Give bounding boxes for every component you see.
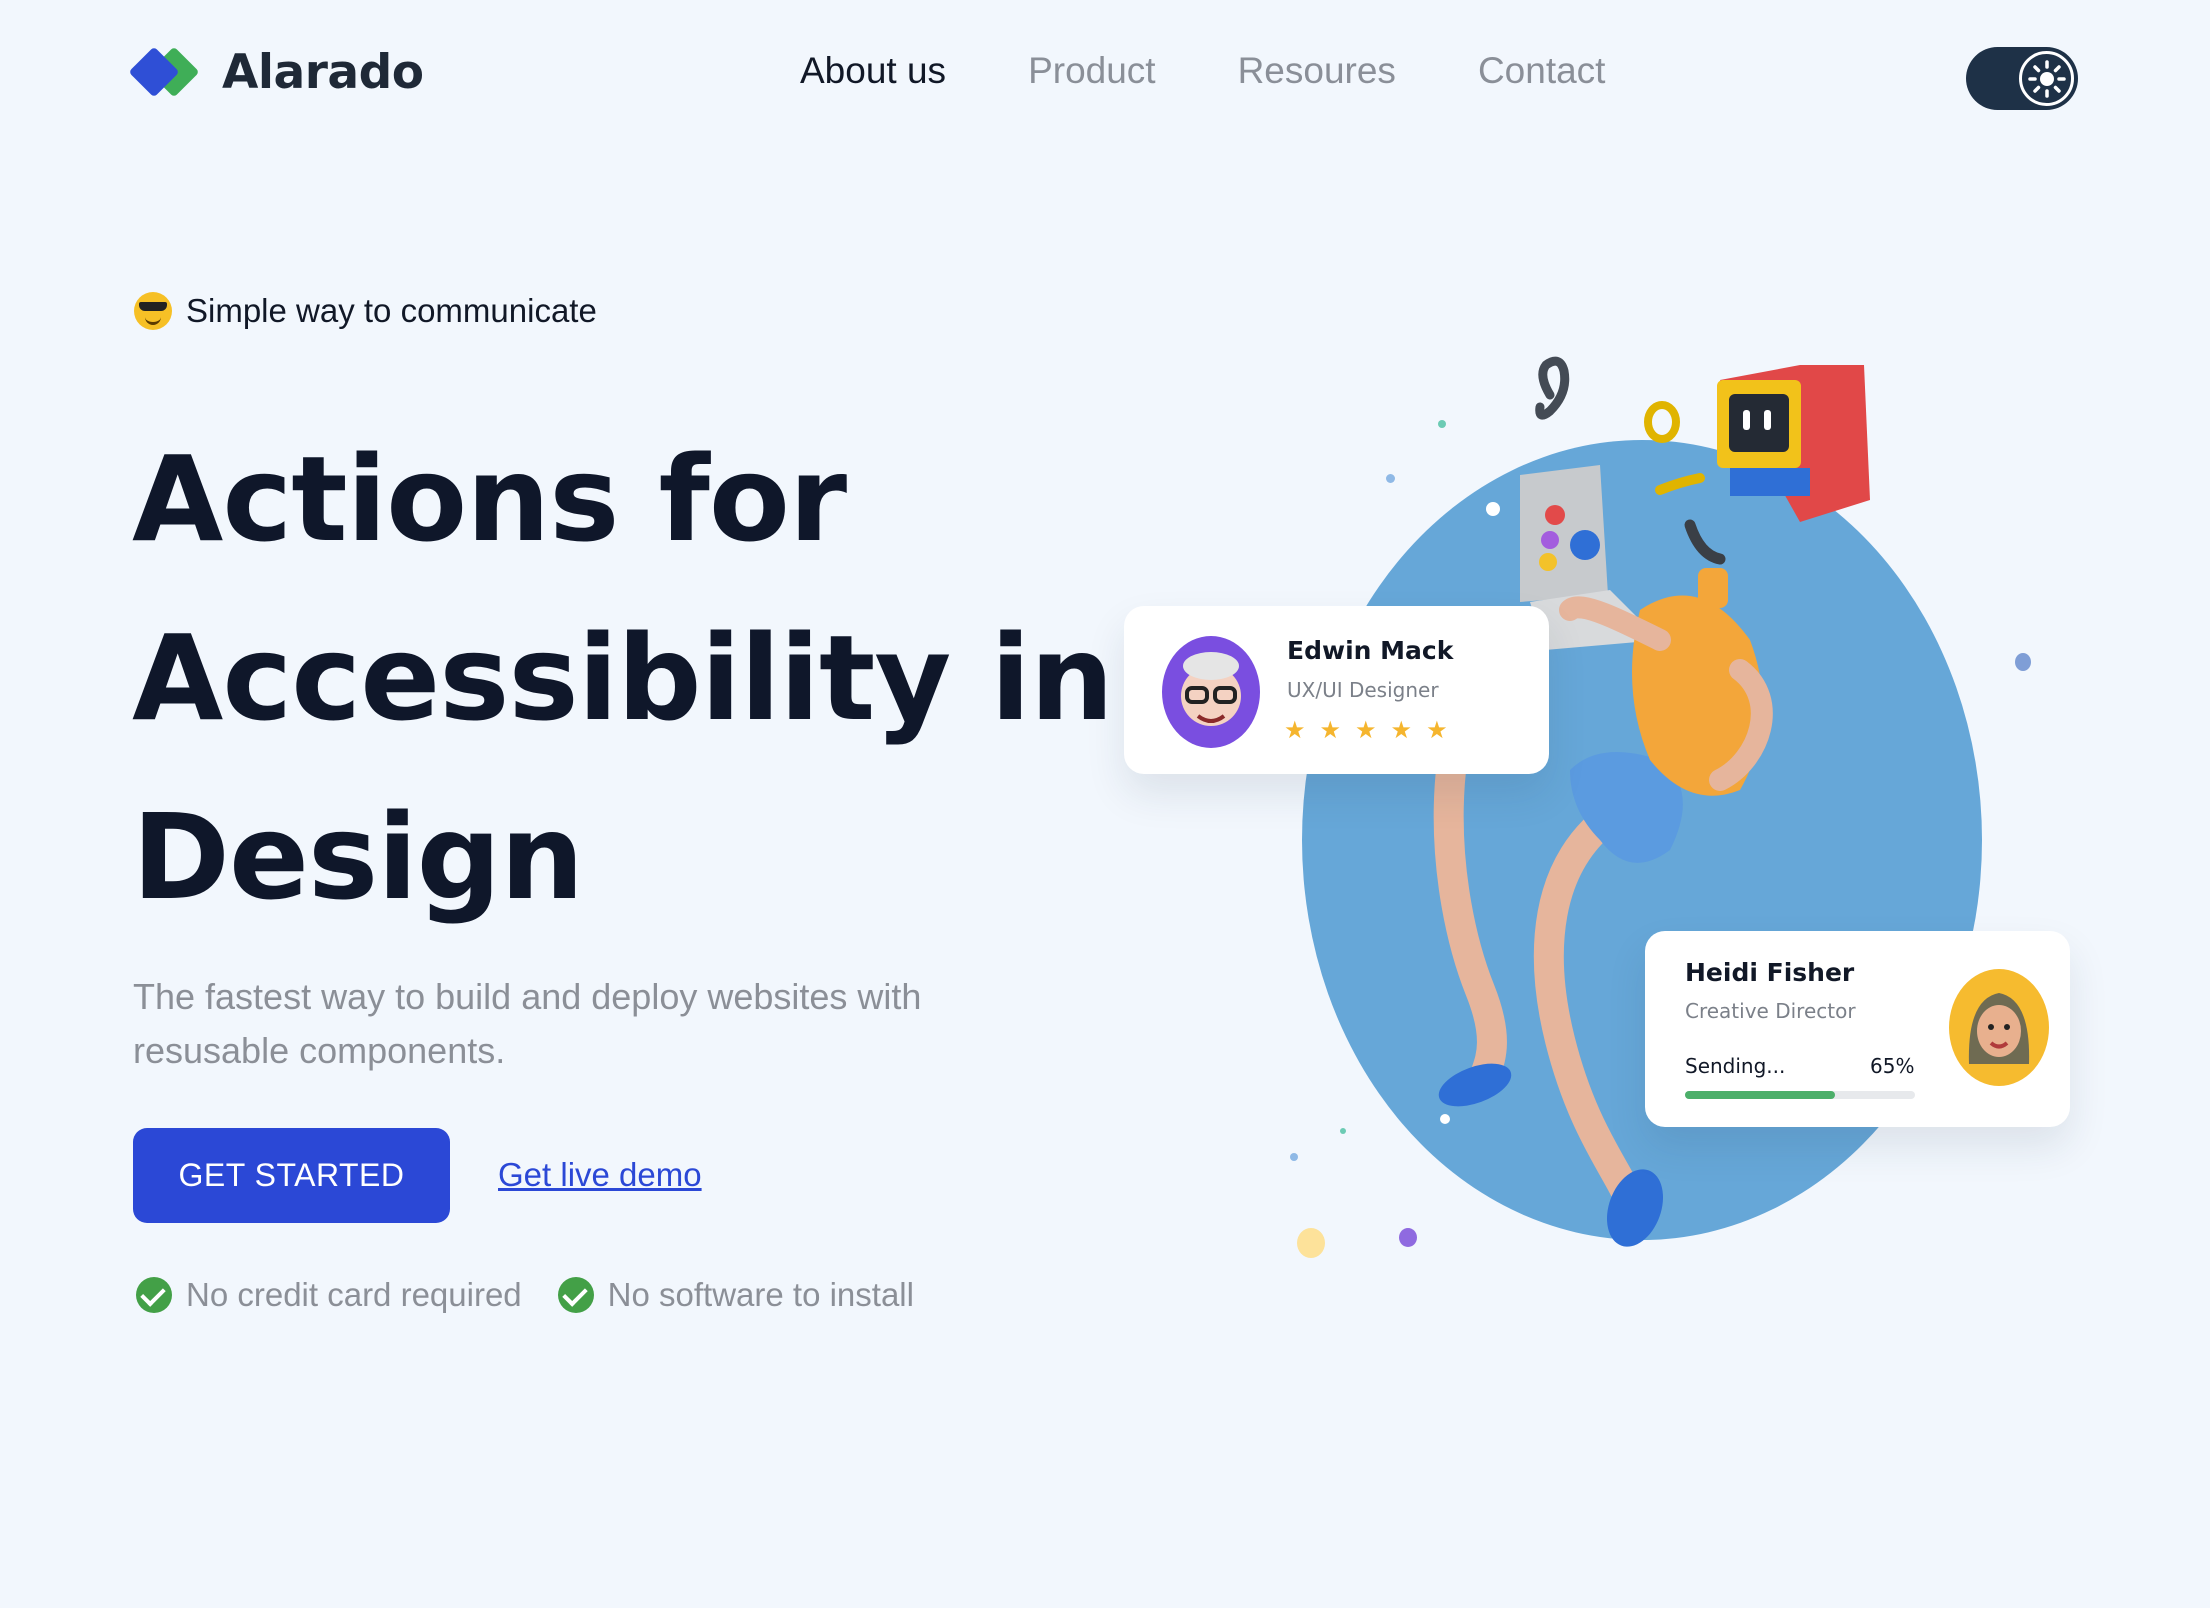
hero-headline: Actions for Accessibility in Design — [132, 410, 1114, 947]
star-icon: ★ — [1390, 716, 1413, 744]
star-icon: ★ — [1355, 716, 1377, 744]
profile-card-heidi: Heidi Fisher Creative Director Sending..… — [1645, 931, 2070, 1127]
check-item: No software to install — [557, 1276, 914, 1314]
live-demo-link[interactable]: Get live demo — [498, 1156, 702, 1194]
brand-name: Alarado — [222, 44, 424, 100]
sunglasses-emoji-icon — [134, 292, 172, 330]
check-item: No credit card required — [136, 1276, 522, 1314]
check-label: No credit card required — [186, 1276, 522, 1313]
nav-about-us[interactable]: About us — [800, 50, 946, 92]
hero-subtitle: The fastest way to build and deploy webs… — [133, 976, 922, 1071]
card-name: Heidi Fisher — [1685, 958, 1855, 987]
sending-status: Sending... — [1685, 1054, 1786, 1078]
check-label: No software to install — [607, 1276, 914, 1313]
star-rating: ★ ★ ★ ★ ★ — [1284, 716, 1448, 744]
character-figure — [1433, 356, 1870, 1247]
brand-logo[interactable]: Alarado — [128, 42, 424, 102]
avatar — [1949, 969, 2049, 1086]
star-icon: ★ — [1426, 716, 1448, 744]
feature-checks: No credit card required No software to i… — [136, 1276, 914, 1314]
progress-track — [1685, 1091, 1915, 1099]
diamond-logo-icon — [128, 42, 200, 102]
card-name: Edwin Mack — [1287, 636, 1454, 665]
tagline: Simple way to communicate — [134, 292, 597, 330]
check-circle-icon — [557, 1277, 594, 1313]
avatar — [1162, 636, 1260, 748]
headline-line-3: Design — [132, 788, 584, 926]
get-started-button[interactable]: GET STARTED — [133, 1128, 450, 1223]
check-circle-icon — [136, 1277, 172, 1313]
nav-product[interactable]: Product — [1028, 50, 1156, 92]
card-role: Creative Director — [1685, 999, 1856, 1023]
star-icon: ★ — [1284, 716, 1306, 744]
card-role: UX/UI Designer — [1287, 678, 1439, 702]
headline-line-2: Accessibility in — [132, 609, 1114, 747]
progress-fill — [1685, 1091, 1835, 1099]
sun-icon — [2019, 51, 2074, 106]
headline-line-1: Actions for — [132, 430, 847, 568]
nav-contact[interactable]: Contact — [1478, 50, 1606, 92]
theme-toggle[interactable] — [1966, 47, 2078, 110]
main-nav: About us Product Resoures Contact — [800, 50, 1605, 92]
tagline-text: Simple way to communicate — [186, 292, 597, 329]
nav-resoures[interactable]: Resoures — [1238, 50, 1396, 92]
progress-percent: 65% — [1870, 1054, 1915, 1078]
profile-card-edwin: Edwin Mack UX/UI Designer ★ ★ ★ ★ ★ — [1124, 606, 1549, 774]
star-icon: ★ — [1319, 716, 1342, 744]
hero-illustration — [1100, 340, 2210, 1300]
